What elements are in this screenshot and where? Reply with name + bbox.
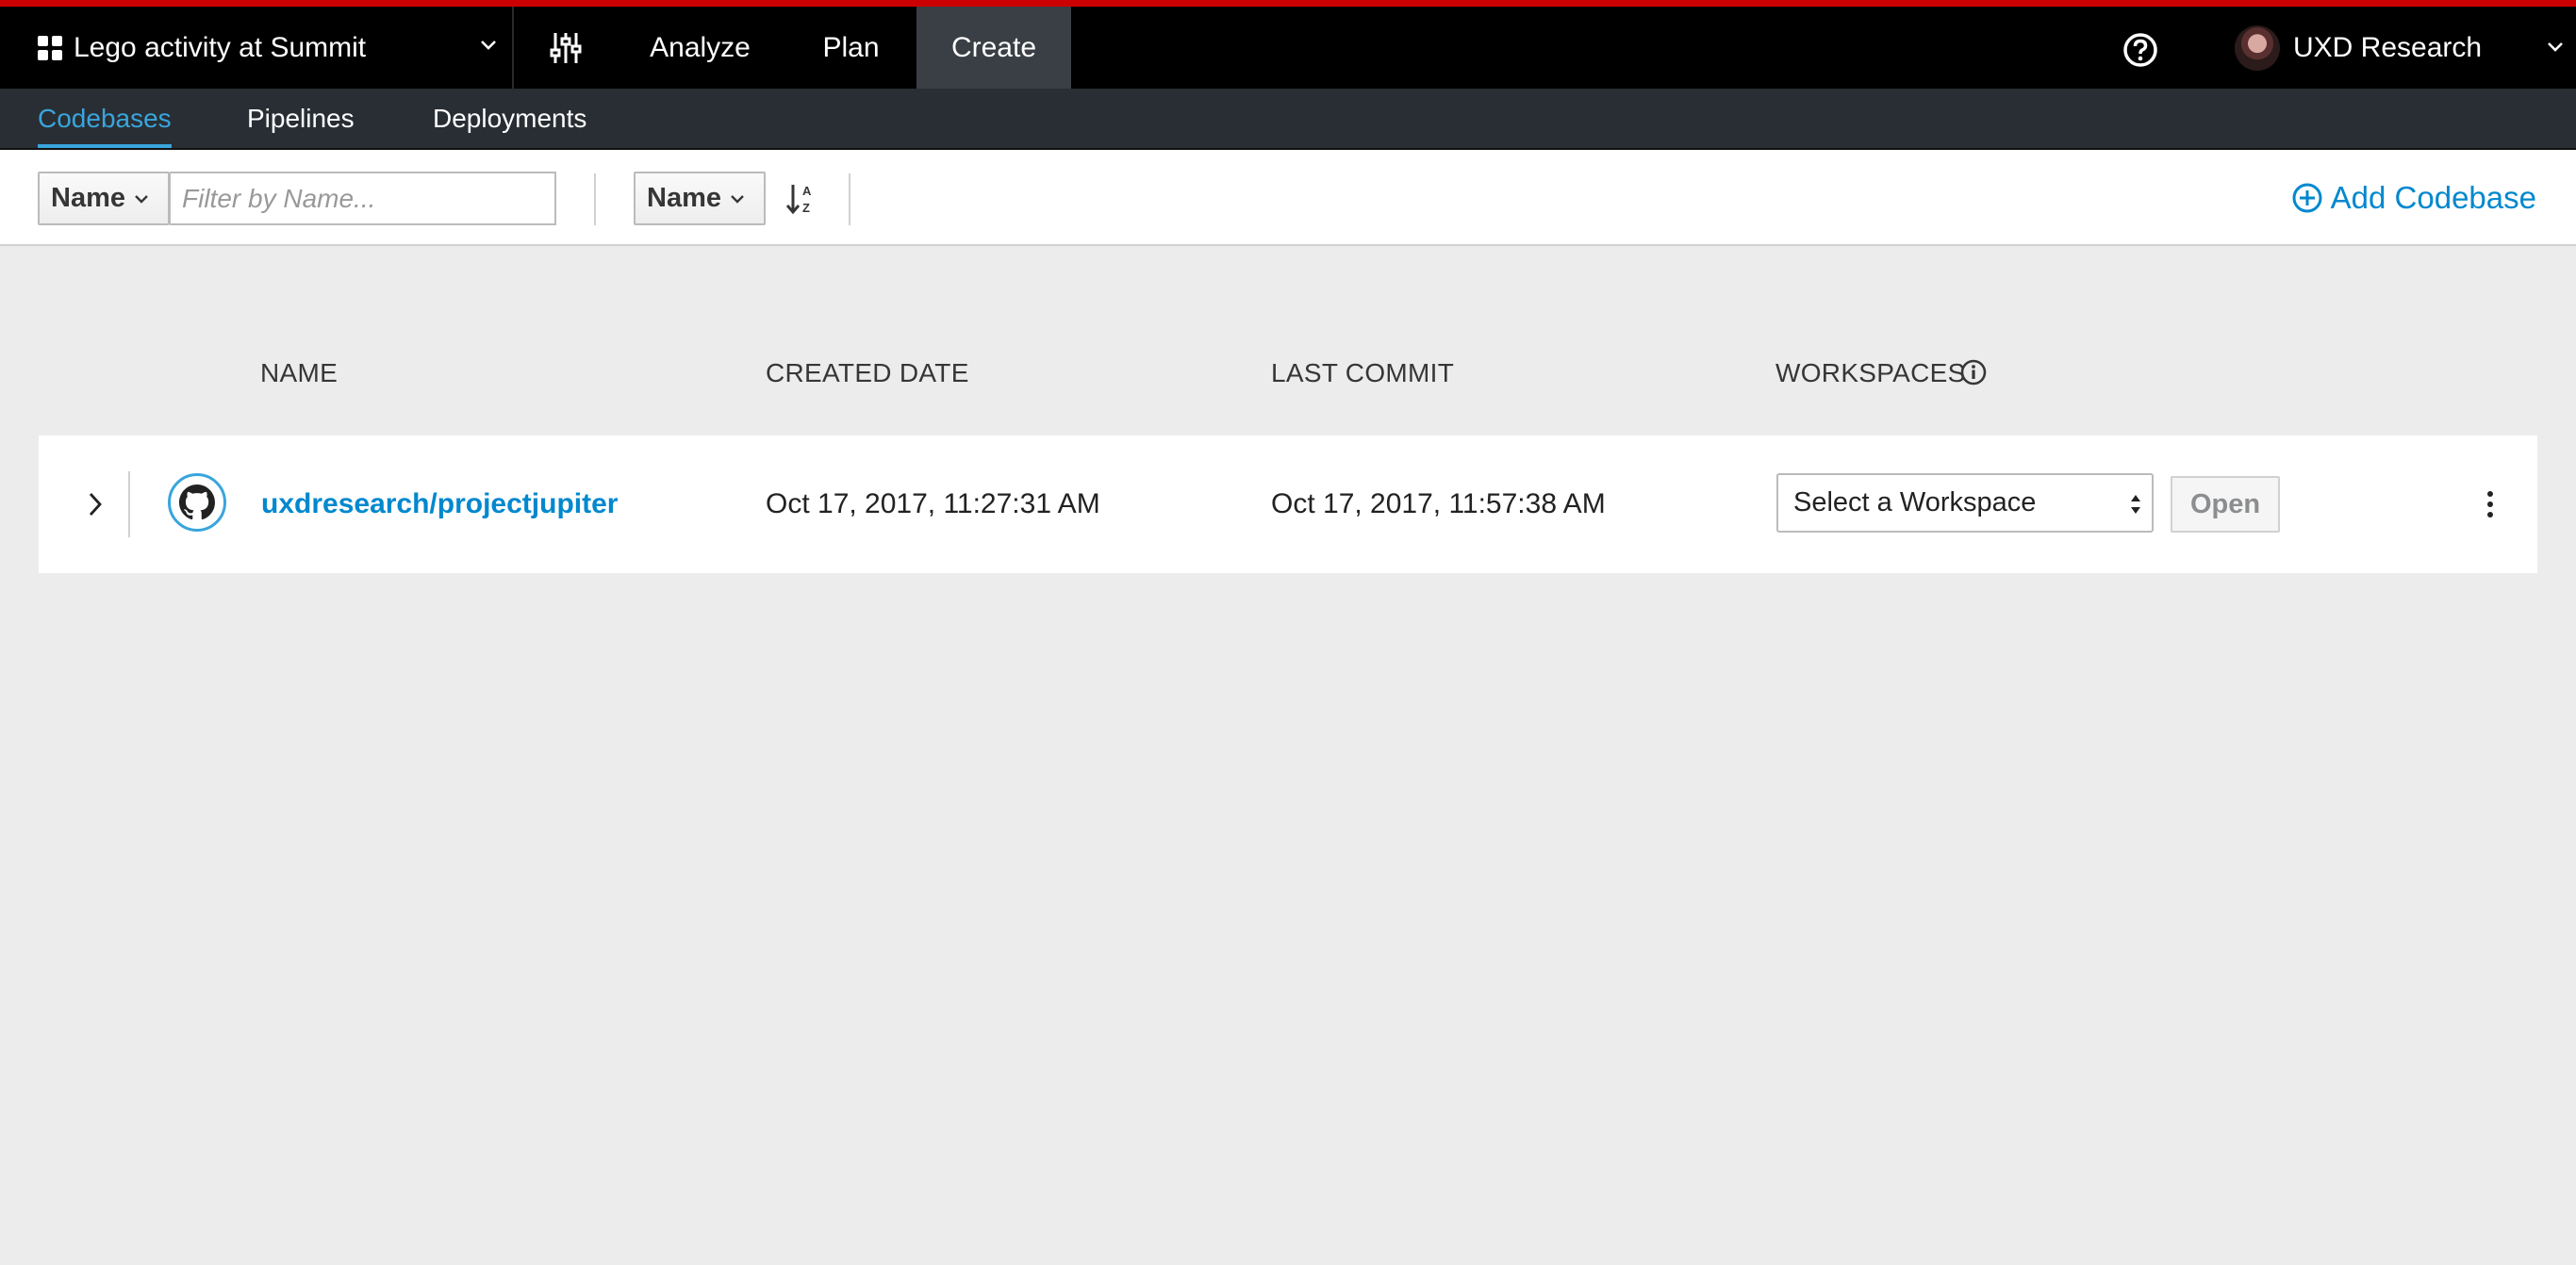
github-icon xyxy=(168,473,226,532)
avatar xyxy=(2235,25,2280,71)
open-workspace-button[interactable]: Open xyxy=(2171,476,2280,533)
chevron-down-icon xyxy=(481,41,496,50)
tab-analyze[interactable]: Analyze xyxy=(622,7,778,89)
filter-field-dropdown[interactable]: Name xyxy=(38,172,170,225)
filter-input[interactable] xyxy=(170,172,556,225)
column-header-created-date: CREATED DATE xyxy=(766,358,969,387)
add-codebase-label: Add Codebase xyxy=(2330,180,2536,215)
top-navbar: Lego activity at Summit Analyze Plan Cre… xyxy=(0,0,2576,89)
help-icon xyxy=(2123,33,2157,67)
table-row: uxdresearch/projectjupiter Oct 17, 2017,… xyxy=(39,435,2537,573)
add-codebase-button[interactable]: Add Codebase xyxy=(2291,174,2536,222)
user-menu[interactable]: UXD Research xyxy=(2235,7,2576,89)
svg-text:A: A xyxy=(802,184,812,198)
chevron-down-icon xyxy=(2548,42,2563,52)
tab-plan[interactable]: Plan xyxy=(787,7,915,89)
chevron-down-icon xyxy=(731,194,744,204)
column-header-name: NAME xyxy=(260,358,339,387)
tab-deployments[interactable]: Deployments xyxy=(433,89,586,148)
column-header-last-commit: LAST COMMIT xyxy=(1271,358,1455,387)
tab-create[interactable]: Create xyxy=(916,7,1071,89)
space-name: Lego activity at Summit xyxy=(74,31,367,63)
chevron-down-icon xyxy=(135,194,148,204)
workspace-select[interactable]: Select a Workspace xyxy=(1776,473,2154,533)
toolbar-divider xyxy=(849,173,850,225)
sort-field-label: Name xyxy=(647,183,721,213)
plus-circle-icon xyxy=(2292,183,2322,213)
space-switcher[interactable]: Lego activity at Summit xyxy=(0,7,514,89)
codebase-link[interactable]: uxdresearch/projectjupiter xyxy=(261,488,618,520)
row-divider xyxy=(128,471,130,537)
help-button[interactable] xyxy=(2122,31,2159,69)
sort-direction-button[interactable]: A Z xyxy=(783,178,820,220)
user-name: UXD Research xyxy=(2293,31,2483,63)
last-commit-date: Oct 17, 2017, 11:57:38 AM xyxy=(1271,488,1606,519)
grid-icon xyxy=(38,35,62,60)
select-arrows-icon xyxy=(2131,495,2140,514)
filter-field-label: Name xyxy=(51,183,125,213)
tab-codebases[interactable]: Codebases xyxy=(38,89,172,148)
column-header-workspaces: WORKSPACES xyxy=(1775,358,1966,387)
workspace-select-value: Select a Workspace xyxy=(1793,487,2037,518)
info-icon[interactable] xyxy=(1959,358,1988,386)
settings-button[interactable] xyxy=(516,7,615,89)
kebab-icon[interactable] xyxy=(2481,483,2500,526)
expand-row-button[interactable] xyxy=(81,485,109,523)
sort-alpha-icon: A Z xyxy=(786,184,812,215)
tab-pipelines[interactable]: Pipelines xyxy=(247,89,355,148)
sliders-icon xyxy=(550,32,581,63)
sort-field-dropdown[interactable]: Name xyxy=(634,172,766,225)
created-date: Oct 17, 2017, 11:27:31 AM xyxy=(766,488,1100,519)
toolbar-divider xyxy=(594,173,596,225)
chevron-right-icon xyxy=(89,493,102,516)
sub-navbar: Codebases Pipelines Deployments xyxy=(0,89,2576,150)
toolbar: Name Name A Z Add Codebase xyxy=(0,150,2576,246)
svg-text:Z: Z xyxy=(802,201,810,215)
